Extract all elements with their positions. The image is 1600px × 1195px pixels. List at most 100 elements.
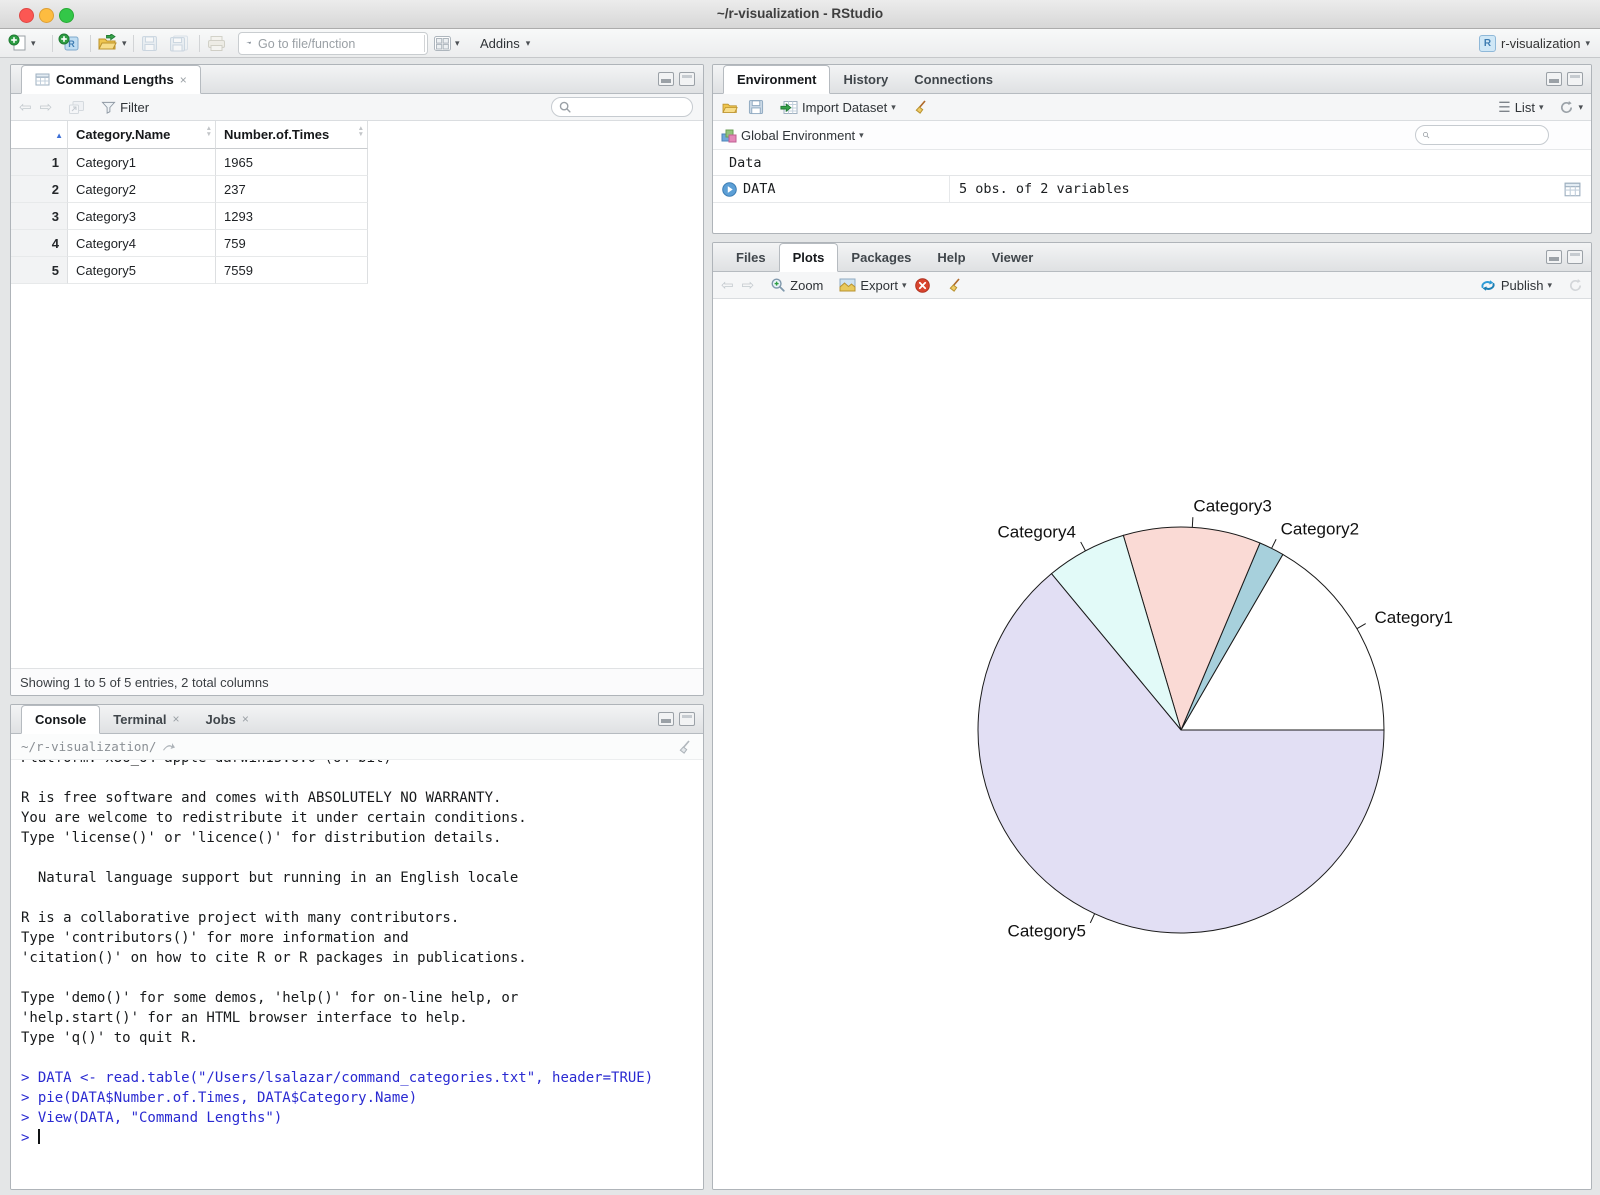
console-command-line: > — [21, 1129, 40, 1146]
refresh-icon — [1561, 100, 1573, 113]
filter-funnel-icon — [101, 101, 116, 114]
minimize-pane-icon[interactable] — [658, 72, 674, 86]
save-button[interactable] — [141, 29, 158, 57]
print-button[interactable] — [207, 29, 226, 57]
goto-file-input[interactable] — [256, 35, 421, 52]
project-menu-button[interactable]: R r-visualization ▾ — [1478, 29, 1590, 57]
pie-chart: Category1 Category2 Category3 Category4 Cate… — [977, 497, 1453, 941]
maximize-pane-icon[interactable] — [1567, 72, 1583, 86]
minimize-pane-icon[interactable] — [1546, 250, 1562, 264]
maximize-pane-icon[interactable] — [1567, 250, 1583, 264]
tab-label: Console — [35, 712, 87, 727]
print-icon — [208, 35, 225, 51]
filter-button[interactable]: Filter — [101, 100, 149, 115]
environment-view-mode-button[interactable]: ☰ List ▾ — [1498, 99, 1543, 116]
environment-object-row[interactable]: DATA 5 obs. of 2 variables — [713, 176, 1591, 203]
new-file-icon — [8, 34, 26, 51]
tab-environment[interactable]: Environment — [723, 65, 831, 94]
pie-label-category5: Category5 — [1008, 922, 1086, 941]
environment-search[interactable] — [1415, 125, 1549, 145]
chevron-down-icon: ▾ — [1578, 101, 1583, 112]
maximize-pane-icon[interactable] — [679, 72, 695, 86]
pie-label-category4: Category4 — [997, 522, 1075, 541]
goto-file-search[interactable] — [238, 32, 428, 55]
tab-plots[interactable]: Plots — [778, 243, 839, 272]
column-label: Category.Name — [76, 127, 171, 142]
clear-environment-broom-icon[interactable] — [912, 99, 929, 115]
column-label: Number.of.Times — [224, 127, 330, 142]
toolbar-divider — [133, 35, 134, 52]
object-summary: 5 obs. of 2 variables — [959, 181, 1130, 197]
viewer-status-bar: Showing 1 to 5 of 5 entries, 2 total col… — [11, 668, 703, 695]
chevron-down-icon: ▾ — [859, 129, 864, 140]
close-icon[interactable]: × — [242, 712, 249, 726]
plots-toolbar: ⇦ ⇨ Zoom Export ▾ Publish ▾ — [713, 272, 1591, 299]
tab-connections[interactable]: Connections — [901, 65, 1006, 93]
viewer-search-input[interactable] — [572, 99, 684, 115]
tab-label: Environment — [737, 72, 817, 87]
row-number-cell: 2 — [11, 176, 68, 203]
tab-help[interactable]: Help — [924, 243, 978, 271]
clear-console-broom-icon[interactable] — [676, 739, 693, 755]
column-header-category-name[interactable]: Category.Name ▲ ▼ — [68, 121, 216, 149]
sort-icon: ▲ ▼ — [357, 125, 364, 139]
remove-plot-icon[interactable] — [914, 277, 930, 293]
pie-label-tick — [1080, 541, 1086, 552]
console-pane: Console Terminal × Jobs × ~/r-visualization/… — [10, 704, 704, 1190]
tab-console[interactable]: Console — [21, 705, 101, 734]
export-plot-button[interactable]: Export ▾ — [839, 278, 907, 293]
chevron-down-icon: ▾ — [122, 37, 127, 48]
environment-scope-button[interactable]: Global Environment ▾ — [721, 128, 864, 143]
publish-button[interactable]: Publish ▾ — [1479, 278, 1552, 293]
status-text: Showing 1 to 5 of 5 entries, 2 total col… — [20, 674, 269, 690]
open-file-button[interactable]: ▾ — [97, 29, 127, 57]
console-output-line: You are welcome to redistribute it under… — [21, 810, 527, 826]
row-number-header[interactable]: ▲ — [11, 121, 68, 149]
expand-object-icon[interactable] — [722, 181, 737, 197]
minimize-pane-icon[interactable] — [658, 712, 674, 726]
clear-plots-broom-icon[interactable] — [946, 277, 963, 293]
refresh-plot-icon[interactable] — [1568, 278, 1583, 293]
refresh-environment-button[interactable]: ▾ — [1559, 100, 1583, 115]
next-plot-icon[interactable]: ⇨ — [742, 278, 755, 293]
toolbar-divider — [52, 35, 53, 52]
save-all-button[interactable] — [169, 29, 189, 57]
back-icon[interactable]: ⇦ — [19, 100, 32, 115]
new-file-button[interactable]: ▾ — [8, 29, 36, 57]
category-name-cell: Category5 — [68, 257, 216, 284]
row-number-cell: 4 — [11, 230, 68, 257]
category-name-cell: Category3 — [68, 203, 216, 230]
previous-plot-icon[interactable]: ⇦ — [721, 278, 734, 293]
maximize-pane-icon[interactable] — [679, 712, 695, 726]
zoom-plot-button[interactable]: Zoom — [770, 277, 823, 293]
tab-command-lengths[interactable]: Command Lengths × — [21, 65, 201, 94]
view-data-grid-icon[interactable] — [1564, 182, 1581, 197]
viewer-search[interactable] — [551, 97, 693, 117]
close-icon[interactable]: × — [180, 73, 187, 87]
tab-terminal[interactable]: Terminal × — [100, 705, 192, 733]
load-workspace-folder-icon[interactable] — [721, 100, 740, 115]
tab-jobs[interactable]: Jobs × — [193, 705, 262, 733]
close-icon[interactable]: × — [173, 712, 180, 726]
tab-label: Terminal — [113, 711, 167, 727]
console-output-line: Type 'contributors()' for more informati… — [21, 930, 409, 946]
environment-toolbar: Import Dataset ▾ ☰ List ▾ ▾ — [713, 94, 1591, 121]
console-output[interactable]: Platform: x86_64-apple-darwin15.6.0 (64-… — [11, 760, 703, 1189]
panes-layout-button[interactable]: ▾ — [433, 29, 460, 57]
new-project-button[interactable]: R — [58, 29, 80, 57]
import-dataset-button[interactable]: Import Dataset ▾ — [780, 100, 896, 115]
main-toolbar: ▾ R ▾ Go to file/function ▾ Addins ▾ R r… — [0, 29, 1600, 58]
addins-button[interactable]: Addins ▾ — [480, 29, 530, 57]
tab-history[interactable]: History — [830, 65, 901, 93]
column-header-number-of-times[interactable]: Number.of.Times ▲ ▼ — [216, 121, 368, 149]
forward-icon[interactable]: ⇨ — [40, 100, 53, 115]
tab-viewer[interactable]: Viewer — [979, 243, 1047, 271]
popout-window-icon[interactable] — [68, 100, 85, 115]
tab-packages[interactable]: Packages — [838, 243, 924, 271]
environment-search-input[interactable] — [1430, 127, 1542, 143]
save-workspace-icon[interactable] — [748, 99, 764, 115]
tab-files[interactable]: Files — [723, 243, 779, 271]
chevron-down-icon: ▾ — [891, 101, 896, 112]
minimize-pane-icon[interactable] — [1546, 72, 1562, 86]
goto-directory-icon[interactable] — [162, 741, 176, 753]
